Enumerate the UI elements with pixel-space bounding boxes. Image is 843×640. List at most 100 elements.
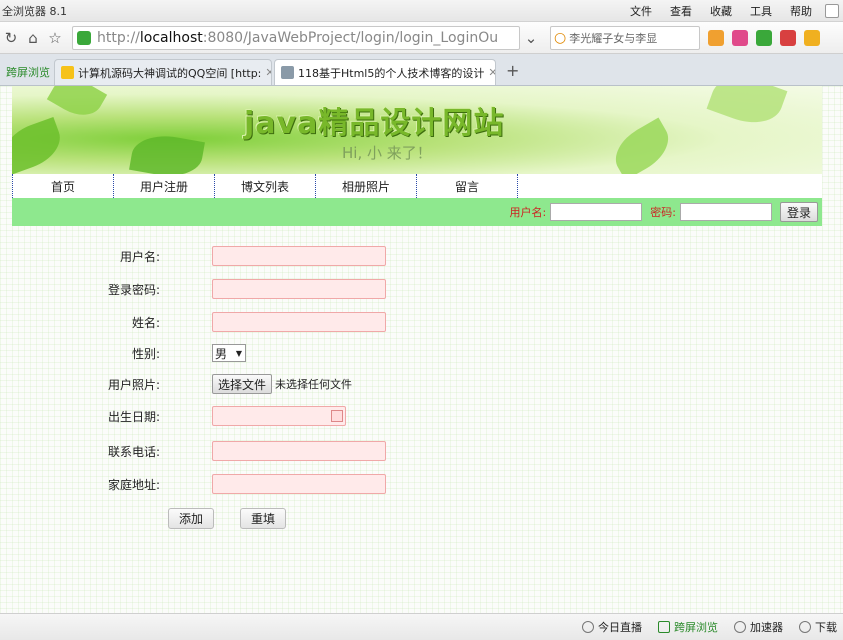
url-text: http://localhost:8080/JavaWebProject/log… — [97, 30, 498, 46]
status-accelerator-label: 加速器 — [750, 621, 783, 634]
extension-yellow-icon[interactable] — [804, 29, 820, 46]
url-host: localhost — [139, 29, 203, 46]
status-cross-screen-label: 跨屏浏览 — [674, 621, 718, 634]
extension-red-icon[interactable] — [780, 29, 796, 46]
status-live[interactable]: 今日直播 — [582, 619, 642, 635]
browser-statusbar: 今日直播 跨屏浏览 加速器 下载 — [0, 613, 843, 640]
tab-blog-design[interactable]: 118基于Html5的个人技术博客的设计 ✕ — [274, 59, 496, 85]
login-password-input[interactable] — [679, 203, 772, 221]
browser-titlebar: 全浏览器 8.1 文件 查看 收藏 工具 帮助 — [0, 0, 843, 22]
rocket-icon — [734, 621, 746, 633]
browser-tabbar: 跨屏浏览 计算机源码大神调试的QQ空间 [http: ✕ 118基于Html5的… — [0, 54, 843, 86]
close-icon[interactable]: ✕ — [261, 66, 271, 79]
name-field[interactable] — [212, 312, 386, 332]
login-username-label: 用户名: — [509, 206, 547, 219]
site-banner: java精品设计网站 Hi, 小 来了！ — [12, 86, 822, 174]
form-row-photo: 用户照片: 选择文件 未选择任何文件 — [0, 373, 843, 395]
leaf-decoration — [706, 86, 788, 133]
star-icon[interactable]: ☆ — [44, 27, 66, 49]
phone-label: 联系电话: — [107, 444, 160, 459]
password-label: 登录密码: — [107, 282, 160, 297]
nav-item-register[interactable]: 用户注册 — [113, 174, 214, 198]
menu-item-help[interactable]: 帮助 — [781, 3, 821, 19]
url-input[interactable]: http://localhost:8080/JavaWebProject/log… — [72, 25, 520, 50]
login-button[interactable]: 登录 — [779, 202, 818, 222]
close-icon[interactable]: ✕ — [484, 66, 495, 79]
extension-shield-icon[interactable] — [756, 29, 772, 46]
search-input[interactable]: ○ 李光耀子女与李显 — [550, 25, 700, 50]
menu-item-favorites[interactable]: 收藏 — [701, 3, 741, 19]
login-bar: 用户名: 密码: 登录 — [12, 198, 822, 226]
address-label: 家庭地址: — [107, 477, 160, 492]
form-actions: 添加 重填 — [0, 508, 843, 532]
home-icon[interactable]: ⌂ — [22, 27, 44, 49]
status-accelerator[interactable]: 加速器 — [734, 619, 783, 635]
nav-item-blog-list[interactable]: 博文列表 — [214, 174, 315, 198]
birthday-field[interactable] — [212, 406, 346, 426]
play-icon — [582, 621, 594, 633]
photo-label: 用户照片: — [107, 377, 160, 392]
choose-file-button[interactable]: 选择文件 — [212, 374, 273, 394]
url-prefix: http:// — [97, 29, 140, 46]
page-favicon-icon — [281, 66, 294, 79]
form-row-address: 家庭地址: — [0, 473, 843, 495]
url-rest: :8080/JavaWebProject/login/login_LoginOu — [202, 29, 499, 46]
phone-icon — [658, 621, 670, 633]
menu-item-view[interactable]: 查看 — [661, 3, 701, 19]
status-download[interactable]: 下载 — [799, 619, 837, 635]
site-nav: 首页 用户注册 博文列表 相册照片 留言 — [12, 174, 822, 198]
login-username-input[interactable] — [550, 203, 643, 221]
phone-field[interactable] — [212, 441, 386, 461]
address-field[interactable] — [212, 474, 386, 494]
reset-button[interactable]: 重填 — [240, 508, 286, 529]
password-field[interactable] — [212, 279, 386, 299]
search-icon: ○ — [554, 29, 567, 46]
new-tab-button[interactable]: + — [498, 61, 527, 85]
tab-label: 跨屏浏览 — [6, 66, 50, 79]
form-row-name: 姓名: — [0, 311, 843, 333]
add-button[interactable]: 添加 — [168, 508, 214, 529]
site-subtitle: Hi, 小 来了！ — [342, 144, 432, 162]
select-arrow-icon: ▼ — [235, 348, 242, 358]
tab-label: 计算机源码大神调试的QQ空间 [http: — [78, 66, 262, 80]
form-row-birthday: 出生日期: — [0, 405, 843, 427]
site-title: java精品设计网站 — [244, 106, 505, 141]
gender-select[interactable]: 男 ▼ — [212, 344, 246, 362]
gender-label: 性别: — [131, 346, 160, 361]
nav-divider — [517, 174, 518, 198]
nav-item-home[interactable]: 首页 — [12, 174, 113, 198]
security-shield-icon — [77, 30, 91, 45]
username-label: 用户名: — [119, 249, 160, 264]
minimize-button[interactable] — [825, 3, 839, 18]
tab-cross-screen[interactable]: 跨屏浏览 — [0, 59, 52, 85]
gender-value: 男 — [215, 346, 228, 361]
leaf-decoration — [46, 86, 108, 125]
star-favicon-icon — [61, 66, 74, 79]
tab-qq-space[interactable]: 计算机源码大神调试的QQ空间 [http: ✕ — [54, 59, 272, 85]
download-icon — [799, 621, 811, 633]
nav-item-photos[interactable]: 相册照片 — [315, 174, 416, 198]
form-row-password: 登录密码: — [0, 278, 843, 300]
menu-item-file[interactable]: 文件 — [621, 3, 661, 19]
name-label: 姓名: — [131, 315, 160, 330]
refresh-icon[interactable]: ↻ — [0, 27, 22, 49]
nav-item-messages[interactable]: 留言 — [416, 174, 517, 198]
birthday-label: 出生日期: — [107, 409, 160, 424]
dropdown-chevron-icon[interactable]: ⌄ — [520, 27, 542, 49]
status-cross-screen[interactable]: 跨屏浏览 — [658, 619, 718, 635]
calendar-icon[interactable] — [331, 410, 343, 422]
leaf-decoration — [606, 117, 678, 174]
form-row-phone: 联系电话: — [0, 440, 843, 462]
apps-icon[interactable] — [708, 29, 724, 46]
form-row-username: 用户名: — [0, 245, 843, 267]
login-password-label: 密码: — [650, 206, 676, 219]
extension-pink-icon[interactable] — [732, 29, 748, 46]
username-field[interactable] — [212, 246, 386, 266]
tab-label: 118基于Html5的个人技术博客的设计 — [298, 66, 485, 80]
status-live-label: 今日直播 — [598, 621, 642, 634]
file-status-text: 未选择任何文件 — [275, 378, 352, 391]
leaf-decoration — [12, 116, 68, 174]
extension-icons — [708, 29, 820, 46]
menu-item-tools[interactable]: 工具 — [741, 3, 781, 19]
browser-menu: 文件 查看 收藏 工具 帮助 — [621, 3, 843, 19]
